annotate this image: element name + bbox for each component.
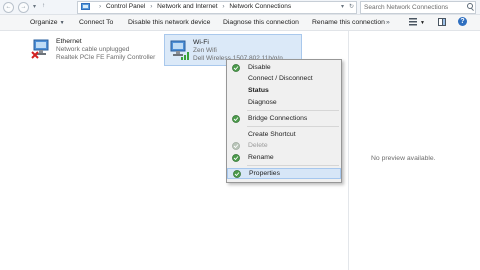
- uac-shield-icon: [233, 170, 241, 178]
- menu-item-label: Status: [248, 87, 269, 94]
- address-dropdown-icon[interactable]: ▾: [341, 3, 344, 10]
- connection-adapter: Realtek PCIe FE Family Controller: [56, 54, 156, 61]
- menu-item-label: Properties: [249, 170, 280, 177]
- control-panel-icon: [81, 3, 90, 10]
- breadcrumb-control-panel[interactable]: Control Panel: [106, 3, 145, 10]
- breadcrumb-network-and-internet[interactable]: Network and Internet: [157, 3, 217, 10]
- search-placeholder: Search Network Connections: [364, 4, 449, 11]
- menu-separator: [247, 165, 339, 166]
- menu-item-rename[interactable]: Rename: [227, 153, 341, 163]
- connection-name: Ethernet: [56, 38, 82, 45]
- uac-shield-icon: [232, 64, 240, 72]
- connect-to-button[interactable]: Connect To: [79, 18, 113, 27]
- address-bar-row: ← → ▾ ↑ › Control Panel › Network and In…: [0, 0, 480, 15]
- back-arrow-icon[interactable]: ←: [3, 2, 14, 13]
- menu-item-status[interactable]: Status: [227, 86, 341, 96]
- menu-item-properties[interactable]: Properties: [227, 168, 341, 179]
- preview-message: No preview available.: [371, 155, 436, 162]
- menu-item-delete: Delete: [227, 141, 341, 151]
- menu-item-connect-disconnect[interactable]: Connect / Disconnect: [227, 74, 341, 84]
- menu-item-label: Create Shortcut: [248, 131, 296, 138]
- menu-separator: [247, 126, 339, 127]
- menu-separator: [247, 110, 339, 111]
- refresh-icon[interactable]: ↻: [349, 3, 354, 10]
- menu-item-label: Diagnose: [248, 99, 277, 106]
- uac-shield-icon: [232, 154, 240, 162]
- menu-item-bridge-connections[interactable]: Bridge Connections: [227, 114, 341, 124]
- network-adapter-icon: [31, 39, 49, 59]
- breadcrumb-network-connections[interactable]: Network Connections: [229, 3, 291, 10]
- breadcrumb-separator-icon: ›: [222, 3, 225, 10]
- breadcrumb-separator-icon: ›: [150, 3, 153, 10]
- organize-button[interactable]: Organize ▼: [30, 18, 65, 28]
- menu-item-label: Delete: [248, 142, 268, 149]
- disable-device-button[interactable]: Disable this network device: [128, 18, 210, 27]
- help-icon[interactable]: ?: [458, 17, 467, 26]
- more-commands-chevron-icon[interactable]: »: [386, 18, 390, 27]
- menu-item-label: Disable: [248, 64, 271, 71]
- context-menu: Disable Connect / Disconnect Status Diag…: [226, 59, 342, 183]
- diagnose-connection-button[interactable]: Diagnose this connection: [223, 18, 299, 27]
- breadcrumb-separator-icon: ›: [99, 3, 102, 10]
- menu-item-label: Rename: [248, 154, 274, 161]
- chevron-down-icon: ▼: [59, 20, 65, 26]
- uac-shield-icon: [232, 142, 240, 150]
- menu-item-label: Connect / Disconnect: [248, 75, 313, 82]
- connection-item-ethernet[interactable]: Ethernet Network cable unplugged Realtek…: [28, 34, 163, 66]
- change-view-icon[interactable]: [409, 18, 417, 26]
- preview-pane-icon[interactable]: [438, 18, 446, 26]
- uac-shield-icon: [232, 115, 240, 123]
- preview-pane: No preview available.: [348, 31, 480, 270]
- breadcrumb: › Control Panel › Network and Internet ›…: [96, 2, 291, 12]
- command-bar: Organize ▼ Connect To Disable this networ…: [0, 15, 480, 31]
- search-input[interactable]: Search Network Connections: [360, 1, 476, 14]
- menu-item-label: Bridge Connections: [248, 115, 308, 122]
- connection-status: Zen Wifi: [193, 47, 217, 54]
- menu-item-disable[interactable]: Disable: [227, 63, 341, 73]
- menu-item-create-shortcut[interactable]: Create Shortcut: [227, 130, 341, 140]
- up-arrow-icon[interactable]: ↑: [42, 3, 45, 9]
- rename-connection-button[interactable]: Rename this connection: [312, 18, 385, 27]
- connection-status: Network cable unplugged: [56, 46, 130, 53]
- network-adapter-icon: [170, 40, 189, 60]
- connection-name: Wi-Fi: [193, 39, 209, 46]
- search-icon[interactable]: [467, 3, 473, 9]
- menu-item-diagnose[interactable]: Diagnose: [227, 98, 341, 108]
- view-options-chevron-icon[interactable]: ▼: [420, 19, 425, 28]
- organize-label: Organize: [30, 19, 58, 26]
- forward-arrow-icon[interactable]: →: [18, 2, 29, 13]
- recent-locations-chevron-icon[interactable]: ▾: [33, 3, 36, 10]
